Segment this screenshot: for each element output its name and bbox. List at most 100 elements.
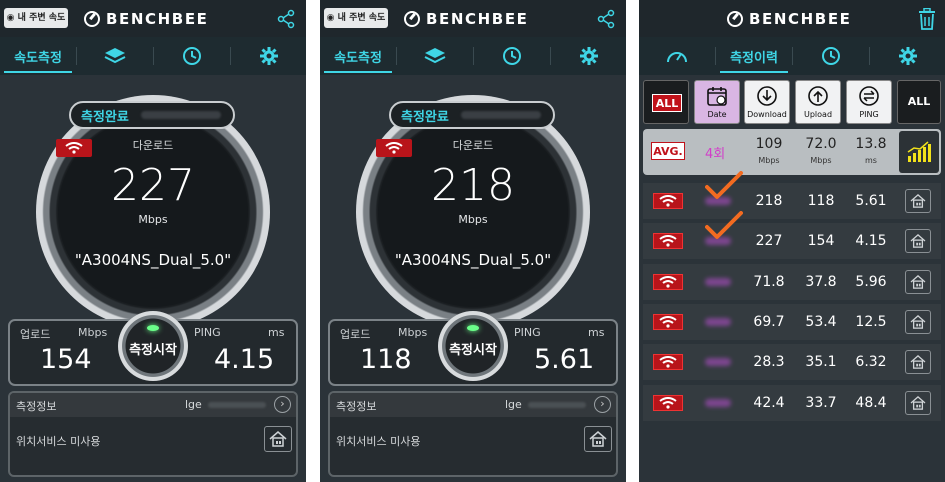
layers-icon	[424, 48, 446, 64]
speed-test-screen-2: ◉ 내 주변 속도 BENCHBEE 속도측정 측정완료 다운로드 218 Mb…	[320, 0, 626, 482]
history-row[interactable]: 28.3 35.1 6.32	[643, 344, 941, 380]
history-icon	[183, 47, 201, 65]
upload-unit: Mbps	[398, 326, 428, 339]
home-button[interactable]	[905, 229, 931, 253]
ssid: "A3004NS_Dual_5.0"	[74, 251, 232, 269]
tab-speed-test-label: 속도측정	[14, 50, 62, 66]
home-button[interactable]	[905, 189, 931, 213]
sort-download-label: Download	[747, 110, 787, 119]
logo-icon	[84, 11, 100, 27]
benchbee-logo: BENCHBEE	[404, 9, 529, 29]
ping-unit: ms	[268, 326, 285, 339]
home-icon	[269, 431, 287, 447]
filter-all-right-label: ALL	[907, 95, 931, 108]
row-download: 28.3	[753, 354, 785, 370]
logo-icon	[404, 11, 420, 27]
gear-icon	[259, 47, 278, 65]
sort-upload-label: Upload	[803, 110, 833, 119]
tab-settings[interactable]	[231, 37, 306, 75]
redacted-info	[705, 358, 731, 366]
redacted-info	[705, 318, 731, 326]
filter-all-left-label: ALL	[652, 94, 682, 112]
logo-text: BENCHBEE	[749, 10, 852, 28]
sort-download-button[interactable]: Download	[744, 80, 790, 124]
row-ping: 12.5	[855, 314, 887, 330]
start-test-button[interactable]: 측정시작	[438, 311, 508, 381]
filter-all-network[interactable]: ALL	[643, 80, 689, 124]
chevron-right-icon[interactable]: ›	[594, 396, 611, 413]
wifi-badge	[56, 139, 92, 157]
info-box: 측정정보 lge › 위치서비스 미사용	[328, 391, 618, 477]
tab-speed-test[interactable]: 속도측정	[0, 37, 76, 75]
info-header[interactable]: 측정정보 lge ›	[330, 393, 616, 417]
redacted-info	[460, 111, 541, 119]
tab-history[interactable]: 측정이력	[716, 37, 792, 75]
tab-layers[interactable]	[397, 37, 473, 75]
location-status: 위치서비스 미사용	[336, 435, 421, 448]
history-row[interactable]: 218 118 5.61	[643, 171, 941, 219]
speed-gauge	[356, 95, 590, 329]
tab-settings[interactable]	[870, 37, 945, 75]
nearby-speed-button[interactable]: ◉ 내 주변 속도	[324, 8, 388, 28]
redacted-info	[528, 402, 586, 408]
trash-icon[interactable]	[917, 8, 937, 30]
filter-bar: ALL Date Download Upload PING ALL	[639, 78, 945, 126]
home-button[interactable]	[584, 426, 612, 452]
wifi-icon	[653, 233, 683, 249]
history-row[interactable]: 42.4 33.7 48.4	[643, 385, 941, 421]
history-screen: BENCHBEE 측정이력 ALL Date Download Upload P…	[639, 0, 945, 482]
tab-speed-test[interactable]	[639, 37, 715, 75]
info-header[interactable]: 측정정보 lge ›	[10, 393, 296, 417]
home-button[interactable]	[905, 391, 931, 415]
sort-date-button[interactable]: Date	[694, 80, 740, 124]
speed-gauge	[36, 95, 270, 329]
history-row[interactable]: 71.8 37.8 5.96	[643, 264, 941, 300]
home-button[interactable]	[905, 350, 931, 374]
sort-upload-button[interactable]: Upload	[795, 80, 841, 124]
ping-label: PING	[514, 326, 541, 339]
row-upload: 35.1	[805, 354, 837, 370]
ssid: "A3004NS_Dual_5.0"	[394, 251, 552, 269]
redacted-info	[208, 402, 266, 408]
row-upload: 33.7	[805, 395, 837, 411]
stats-icon	[822, 47, 840, 65]
average-download: 109	[755, 136, 783, 152]
tab-bar: 속도측정	[0, 37, 306, 75]
tab-speed-test[interactable]: 속도측정	[320, 37, 396, 75]
share-icon[interactable]	[276, 9, 296, 29]
history-row[interactable]: 227 154 4.15	[643, 211, 941, 259]
start-label: 측정시작	[129, 342, 177, 358]
speed-unit: Mbps	[138, 213, 168, 226]
filter-all-period[interactable]: ALL	[897, 80, 941, 124]
tab-layers[interactable]	[77, 37, 153, 75]
wifi-icon	[385, 142, 403, 154]
sort-ping-button[interactable]: PING	[846, 80, 892, 124]
history-row[interactable]: 69.7 53.4 12.5	[643, 304, 941, 340]
home-button[interactable]	[905, 270, 931, 294]
download-icon	[757, 86, 777, 106]
nearby-speed-button[interactable]: ◉ 내 주변 속도	[4, 8, 68, 28]
start-test-button[interactable]: 측정시작	[118, 311, 188, 381]
tab-history-label: 측정이력	[730, 50, 778, 66]
status-led	[467, 325, 479, 331]
share-icon[interactable]	[596, 9, 616, 29]
checkmark-icon	[705, 211, 743, 239]
tab-speed-test-label: 속도측정	[334, 50, 382, 66]
ping-value: 4.15	[214, 344, 275, 375]
tab-stats[interactable]	[793, 37, 869, 75]
checkmark-icon	[705, 171, 743, 199]
tab-history[interactable]	[154, 37, 230, 75]
logo-text: BENCHBEE	[426, 10, 529, 28]
tab-settings[interactable]	[551, 37, 626, 75]
home-button[interactable]	[905, 310, 931, 334]
ping-unit: ms	[588, 326, 605, 339]
chevron-right-icon[interactable]: ›	[274, 396, 291, 413]
home-button[interactable]	[264, 426, 292, 452]
chart-button[interactable]	[899, 131, 939, 173]
location-status: 위치서비스 미사용	[16, 435, 101, 448]
nearby-label: 내 주변 속도	[337, 13, 386, 23]
home-icon	[589, 431, 607, 447]
tab-history[interactable]	[474, 37, 550, 75]
ping-value: 5.61	[534, 344, 595, 375]
wifi-icon	[653, 274, 683, 290]
